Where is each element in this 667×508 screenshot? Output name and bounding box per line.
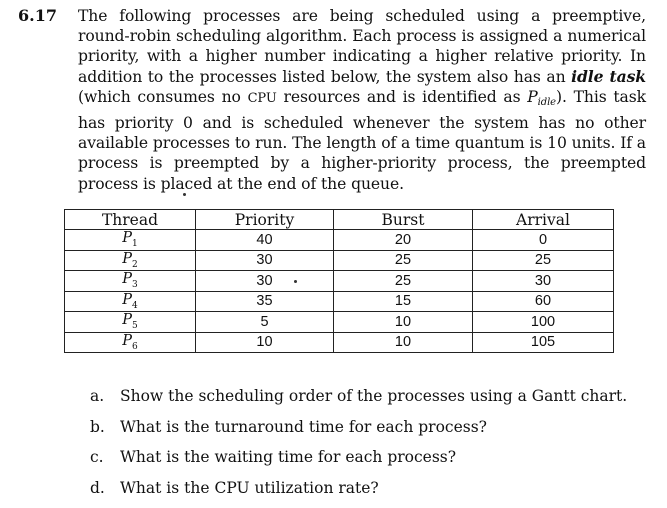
table-row: P6 10 10 105 — [64, 331, 614, 353]
burst-cell: 15 — [333, 290, 473, 312]
thread-cell: P1 — [64, 229, 196, 251]
table-row: P4 35 15 60 — [64, 290, 614, 312]
question-text: What is the turnaround time for each pro… — [120, 417, 487, 436]
arrival-cell: 60 — [472, 290, 614, 312]
question-letter: b. — [90, 417, 105, 436]
question-letter: c. — [90, 448, 104, 466]
burst-cell: 20 — [333, 229, 473, 251]
thread-cell: P2 — [64, 249, 196, 271]
stray-dot — [294, 280, 297, 283]
problem-number: 6.17 — [18, 6, 57, 25]
question-text: What is the waiting time for each proces… — [120, 448, 457, 466]
header-burst: Burst — [333, 209, 473, 230]
question-letter: a. — [90, 387, 105, 405]
header-thread: Thread — [64, 209, 196, 230]
header-arrival: Arrival — [472, 209, 614, 230]
thread-cell: P6 — [64, 331, 196, 353]
thread-cell: P3 — [64, 270, 196, 292]
priority-cell: 10 — [195, 331, 334, 353]
priority-cell: 30 — [195, 270, 334, 292]
arrival-cell: 105 — [472, 331, 614, 353]
p-idle-symbol: Pidle — [527, 87, 556, 108]
burst-cell: 25 — [294, 270, 473, 292]
arrival-cell: 100 — [472, 311, 614, 333]
priority-cell: 30 — [195, 249, 334, 271]
burst-cell: 25 — [333, 249, 473, 271]
process-table: Thread Priority Burst Arrival P1 40 20 0… — [64, 209, 614, 353]
header-priority: Priority — [195, 209, 334, 230]
process-table-wrapper: Thread Priority Burst Arrival P1 40 20 0… — [64, 209, 614, 353]
arrival-cell: 30 — [472, 270, 614, 292]
problem-text-part-2: (which consumes no — [78, 87, 248, 106]
table-row: P1 40 20 0 — [64, 229, 614, 251]
p-idle-letter: P — [527, 87, 538, 106]
burst-cell: 10 — [333, 331, 473, 353]
question-letter: d. — [90, 478, 105, 497]
burst-cell: 10 — [333, 311, 473, 333]
stray-dot — [183, 193, 186, 196]
priority-cell: 35 — [195, 290, 334, 312]
priority-cell: 40 — [195, 229, 334, 251]
cpu-acronym: CPU — [247, 90, 277, 106]
table-row: P3 30 25 30 — [64, 270, 614, 292]
question-text: Show the scheduling order of the process… — [120, 387, 628, 405]
arrival-cell: 0 — [472, 229, 614, 251]
arrival-cell: 25 — [472, 249, 614, 271]
problem-statement: The following processes are being schedu… — [78, 6, 646, 194]
p-idle-subscript: idle — [537, 96, 556, 108]
table-row: P5 5 10 100 — [64, 311, 614, 333]
thread-cell: P4 — [64, 290, 196, 312]
thread-cell: P5 — [64, 311, 196, 333]
idle-task-term: idle task — [571, 66, 647, 86]
priority-cell: 5 — [195, 311, 334, 333]
question-text: What is the CPU utilization rate? — [120, 478, 379, 497]
problem-text-part-3: resources and is identified as — [276, 87, 528, 106]
problem-text-part-1: The following processes are being schedu… — [78, 7, 646, 86]
table-row: P2 30 25 25 — [64, 249, 614, 271]
table-header-row: Thread Priority Burst Arrival — [64, 209, 614, 230]
